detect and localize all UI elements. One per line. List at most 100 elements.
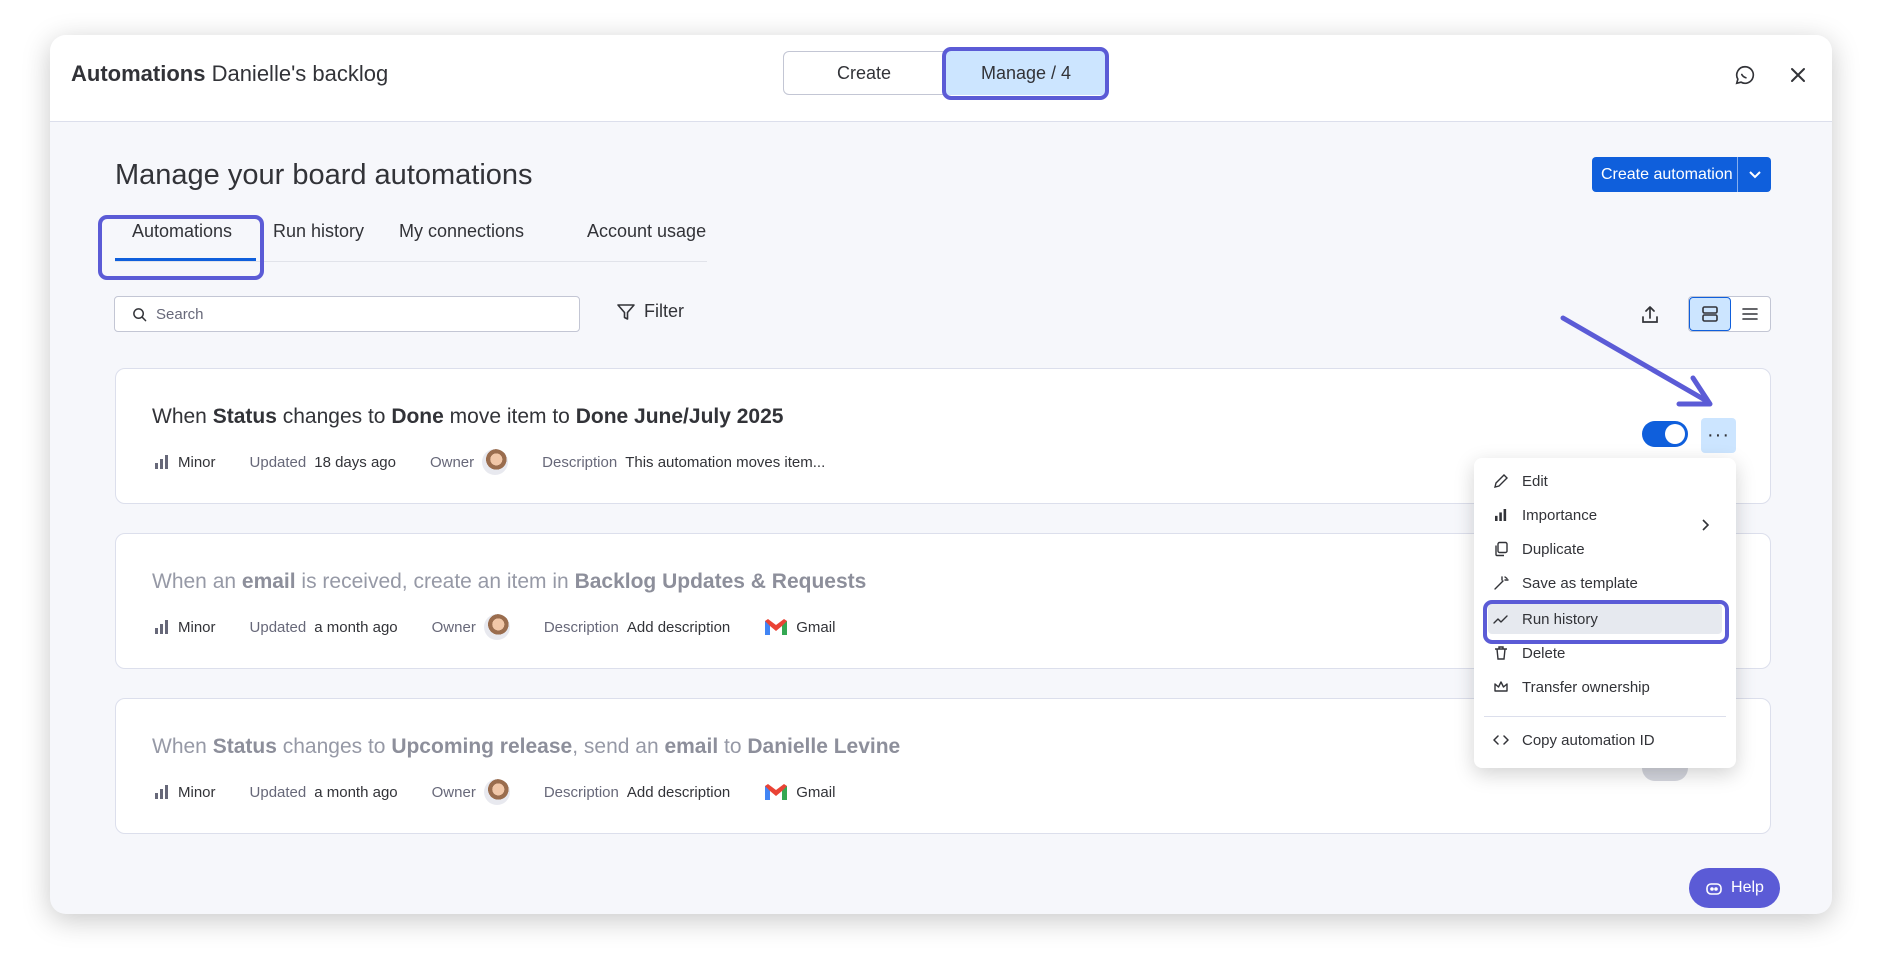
pencil-icon [1492, 472, 1510, 490]
automation-meta: Minor Updated a month ago Owner Descript… [154, 614, 835, 640]
rule-part: move item to [443, 405, 576, 428]
menu-item-duplicate[interactable]: Duplicate [1492, 535, 1585, 563]
code-icon [1492, 731, 1510, 749]
robot-icon [1706, 883, 1722, 895]
more-options-button[interactable]: ··· [1701, 418, 1736, 453]
modal-header: Automations Danielle's backlog Create Ma… [50, 35, 1832, 122]
rule-part-bold: Status [212, 405, 277, 428]
importance-bars-icon [155, 620, 168, 634]
rule-part: changes to [276, 405, 392, 428]
menu-item-label: Edit [1522, 472, 1548, 490]
create-automation-label: Create automation [1601, 165, 1733, 183]
filter-button[interactable]: Filter [616, 301, 684, 322]
menu-item-save-as-template[interactable]: Save as template [1492, 569, 1638, 597]
rule-part: is received, create an item in [295, 570, 575, 593]
list-view-icon [1742, 308, 1759, 320]
automations-modal: Automations Danielle's backlog Create Ma… [50, 35, 1832, 914]
owner-label: Owner [429, 453, 475, 471]
importance-value[interactable]: Minor [178, 619, 216, 636]
description-label: Description [543, 618, 619, 636]
avatar[interactable] [483, 779, 510, 805]
updated-label: Updated [249, 453, 307, 471]
rule-part-bold: Done [391, 405, 444, 428]
importance-value[interactable]: Minor [178, 784, 216, 801]
manage-highlight-annotation [942, 47, 1109, 100]
updated-label: Updated [249, 618, 307, 636]
rule-part: When an [152, 570, 242, 593]
menu-item-importance[interactable]: Importance [1492, 501, 1597, 529]
run-history-highlight-annotation [1483, 600, 1729, 644]
importance-bars-icon [155, 785, 168, 799]
automation-enabled-toggle[interactable] [1642, 421, 1688, 447]
integration-label: Gmail [796, 618, 836, 636]
chat-icon[interactable] [1730, 60, 1760, 90]
rule-part-bold: email [241, 570, 296, 593]
automation-meta: Minor Updated a month ago Owner Descript… [154, 779, 835, 805]
search-icon [133, 307, 147, 321]
updated-value: a month ago [314, 618, 398, 636]
description-label: Description [542, 453, 618, 471]
description-value[interactable]: Add description [627, 619, 730, 636]
rule-part: changes to [276, 735, 392, 758]
search-input[interactable] [156, 305, 536, 323]
automation-rule-text: When Status changes to Upcoming release,… [152, 735, 900, 759]
tab-account-usage[interactable]: Account usage [587, 221, 706, 242]
menu-divider [1484, 716, 1726, 717]
page-title: Manage your board automations [115, 159, 533, 191]
title-automations: Automations [71, 61, 206, 86]
updated-value: 18 days ago [314, 453, 396, 471]
menu-item-edit[interactable]: Edit [1492, 467, 1548, 495]
rule-part: When [152, 405, 213, 428]
help-button[interactable]: Help [1689, 868, 1780, 908]
create-segment[interactable]: Create [783, 51, 945, 95]
automation-rule-text: When Status changes to Done move item to… [152, 405, 783, 429]
gmail-icon [765, 784, 788, 800]
rule-part-bold: Done June/July 2025 [575, 405, 784, 428]
tab-run-history[interactable]: Run history [273, 221, 364, 242]
search-box[interactable] [114, 296, 580, 332]
create-automation-button[interactable]: Create automation [1592, 157, 1771, 192]
rule-part-bold: Backlog Updates & Requests [574, 570, 867, 593]
create-segment-label: Create [836, 62, 892, 83]
rule-part-bold: Danielle Levine [747, 735, 901, 758]
title-board-name: Danielle's backlog [211, 61, 389, 86]
list-view-button[interactable] [1731, 297, 1771, 331]
description-label: Description [543, 783, 619, 801]
chevron-right-icon [1702, 518, 1710, 536]
modal-title: Automations Danielle's backlog [71, 61, 388, 87]
duplicate-icon [1492, 540, 1510, 558]
importance-value[interactable]: Minor [178, 454, 216, 471]
description-value[interactable]: This automation moves item... [625, 454, 825, 471]
rule-part: , send an [572, 735, 665, 758]
tab-my-connections[interactable]: My connections [399, 221, 524, 242]
automations-tab-highlight-annotation [98, 215, 264, 280]
filter-icon [617, 303, 635, 320]
rule-part: When [152, 735, 213, 758]
gmail-icon [765, 619, 788, 635]
updated-label: Updated [249, 783, 307, 801]
filter-label: Filter [644, 301, 684, 321]
menu-item-transfer-ownership[interactable]: Transfer ownership [1492, 673, 1650, 701]
menu-item-label: Importance [1522, 506, 1598, 524]
avatar[interactable] [483, 614, 510, 640]
crown-icon [1492, 678, 1510, 696]
close-icon[interactable] [1783, 60, 1813, 90]
automation-rule-text: When an email is received, create an ite… [152, 570, 866, 594]
updated-value: a month ago [314, 783, 398, 801]
owner-label: Owner [431, 783, 476, 801]
rule-part-bold: email [664, 735, 719, 758]
rule-part-bold: Status [212, 735, 277, 758]
menu-item-label: Copy automation ID [1522, 731, 1655, 749]
menu-item-label: Duplicate [1522, 540, 1585, 558]
magic-wand-icon [1492, 574, 1510, 592]
automation-meta: Minor Updated 18 days ago Owner Descript… [154, 449, 825, 475]
description-value[interactable]: Add description [627, 784, 730, 801]
chevron-down-icon[interactable] [1737, 157, 1771, 192]
toggle-knob [1665, 424, 1685, 444]
menu-item-copy-automation-id[interactable]: Copy automation ID [1492, 726, 1655, 754]
importance-bars-icon [155, 455, 168, 469]
importance-bars-icon [1492, 506, 1510, 524]
trash-icon [1492, 644, 1510, 662]
avatar[interactable] [482, 449, 509, 475]
menu-item-label: Save as template [1522, 574, 1638, 592]
